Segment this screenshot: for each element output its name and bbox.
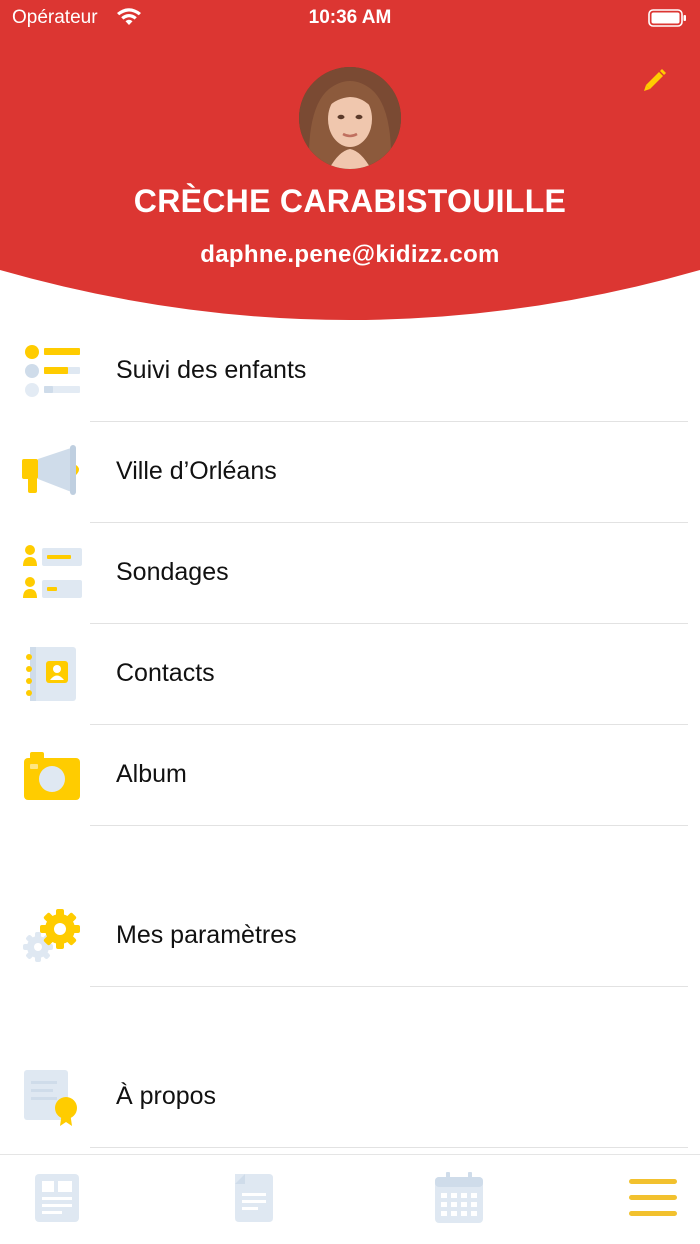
menu-item-contacts[interactable]: Contacts (0, 625, 700, 725)
menu-item-sondages[interactable]: Sondages (0, 524, 700, 624)
organization-name: CRÈCHE CARABISTOUILLE (133, 183, 567, 219)
certificate-icon (20, 1068, 84, 1128)
calendar-icon (435, 1172, 483, 1223)
document-icon (235, 1174, 273, 1222)
menu-item-label: Mes paramètres (116, 921, 297, 949)
menu-item-album[interactable]: Album (0, 726, 700, 826)
avatar[interactable] (299, 67, 401, 169)
tab-documents[interactable] (225, 1171, 285, 1225)
divider (90, 825, 688, 826)
tab-menu[interactable] (623, 1171, 683, 1225)
battery-icon (648, 8, 688, 34)
menu-item-label: Ville d’Orléans (116, 457, 277, 485)
clock-time: 10:36 AM (308, 7, 392, 28)
tab-bar (0, 1154, 700, 1244)
menu-item-label: Contacts (116, 659, 215, 687)
poll-icon (20, 544, 84, 604)
divider (90, 623, 688, 624)
tab-calendar[interactable] (429, 1171, 489, 1225)
news-feed-icon (35, 1174, 79, 1222)
status-bar: Opérateur 10:36 AM (0, 0, 700, 40)
contacts-book-icon (20, 645, 84, 705)
menu-item-label: Sondages (116, 558, 229, 586)
child-tracking-icon (20, 342, 84, 402)
divider (90, 986, 688, 987)
pencil-icon[interactable] (640, 65, 668, 98)
tab-news-feed[interactable] (27, 1171, 87, 1225)
menu-item-mes-parametres[interactable]: Mes paramètres (0, 887, 700, 987)
header-background (0, 0, 700, 320)
hamburger-menu-icon (629, 1179, 677, 1216)
menu-item-suivi-des-enfants[interactable]: Suivi des enfants (0, 322, 700, 422)
menu-item-label: Album (116, 760, 187, 788)
camera-icon (20, 746, 84, 806)
divider (90, 1147, 688, 1148)
profile-header: Opérateur 10:36 AM CRÈCHE CARABISTOUILLE… (0, 0, 700, 340)
divider (90, 522, 688, 523)
menu-item-a-propos[interactable]: À propos (0, 1048, 700, 1148)
user-email: daphne.pene@kidizz.com (200, 241, 500, 268)
divider (90, 724, 688, 725)
divider (90, 421, 688, 422)
menu-item-ville-d-orleans[interactable]: Ville d’Orléans (0, 423, 700, 523)
menu-item-label: À propos (116, 1082, 217, 1110)
settings-gears-icon (20, 907, 84, 967)
megaphone-icon (20, 443, 84, 503)
menu-item-label: Suivi des enfants (116, 356, 307, 384)
